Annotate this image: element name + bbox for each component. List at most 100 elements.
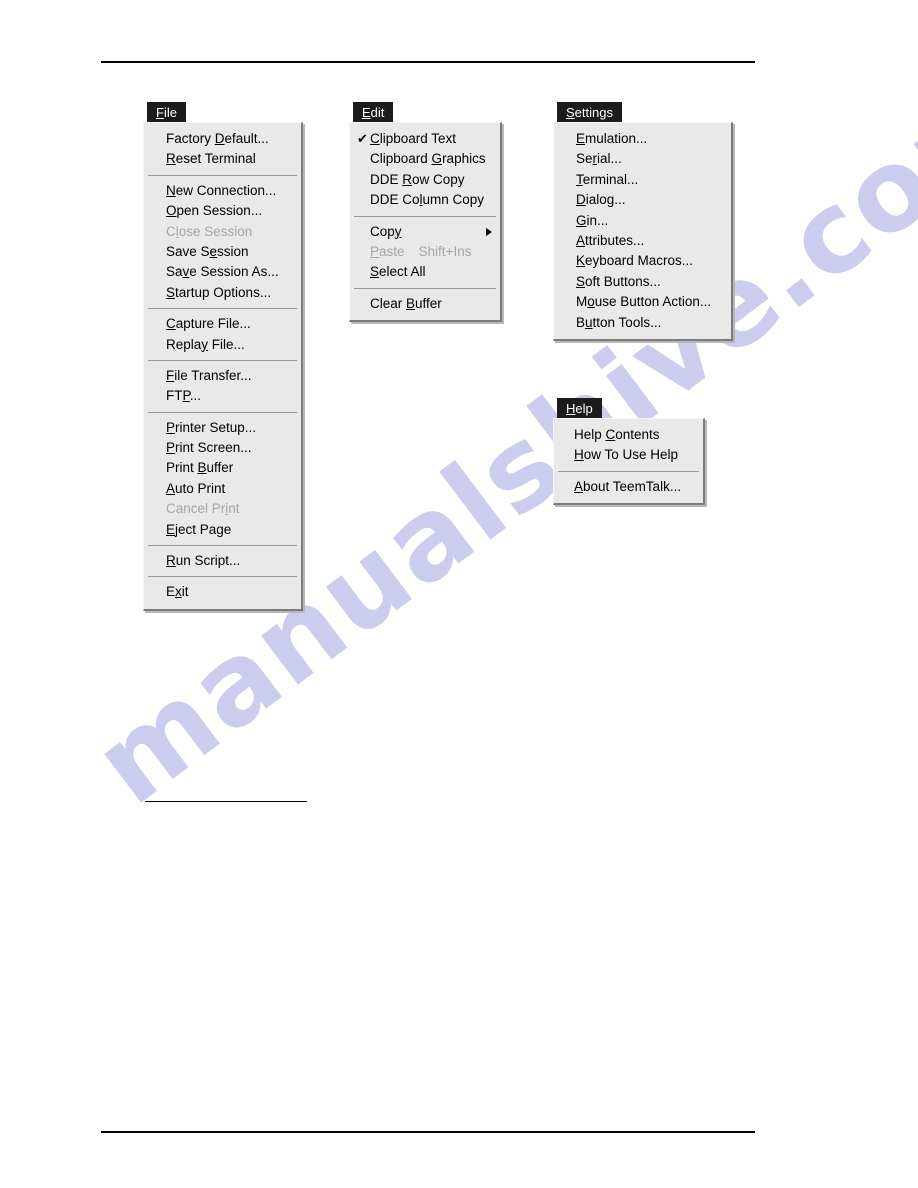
menu-item-label: Capture File... [166,316,251,332]
menu-item-label: Select All [370,264,426,280]
menu-item-label: Soft Buttons... [576,273,661,289]
menu-item-label: Clipboard Graphics [370,151,486,167]
menu-item-label: DDE Row Copy [370,171,465,187]
menu-item-label: Factory Default... [166,131,269,146]
menu-item[interactable]: Save Session As... [144,262,301,282]
menu-separator [558,470,699,472]
menu-item[interactable]: Startup Options... [144,283,301,303]
menu-item-label: Keyboard Macros... [576,253,694,269]
menu-item[interactable]: Terminal... [554,170,731,190]
menu-item[interactable]: Mouse Button Action... [554,292,731,312]
menu-item[interactable]: How To Use Help [554,445,703,465]
menu-item[interactable]: Eject Page [144,520,301,540]
menu-item-label: Close Session [166,223,253,239]
menu-item[interactable]: DDE Row Copy [350,170,500,190]
menu-item-label: Print Buffer [166,460,234,476]
menu-item-label: Printer Setup... [166,419,257,435]
menu-item-label: Dialog... [576,192,626,208]
menu-item[interactable]: Open Session... [144,201,301,221]
menu-item-label: FTP... [166,388,202,404]
menu-item[interactable]: Clipboard Graphics [350,149,500,169]
menu-item-label: Button Tools... [576,314,662,330]
menu-item-label: Serial... [576,151,622,167]
menu-item-label: Paste [370,243,405,259]
menu-item[interactable]: Emulation... [554,129,731,149]
menu-item[interactable]: Soft Buttons... [554,272,731,292]
menu-item[interactable]: Capture File... [144,314,301,334]
menu-item-label: Clear Buffer [370,295,442,311]
menu-separator [148,576,297,578]
page-divider-rule [145,801,307,802]
menu-item-label: Auto Print [166,480,226,496]
menu-item-label: Reset Terminal [166,151,256,167]
menu-item-label: New Connection... [166,182,277,198]
menu-item[interactable]: Save Session [144,242,301,262]
menu-item[interactable]: DDE Column Copy [350,190,500,210]
menu-item[interactable]: Serial... [554,149,731,169]
menu-item-label: Help Contents [574,427,660,442]
menu-item[interactable]: Keyboard Macros... [554,251,731,271]
menu-item[interactable]: FTP... [144,386,301,406]
menu-separator [148,308,297,310]
menu-item: Cancel Print [144,499,301,519]
menu-item[interactable]: Factory Default... [144,129,301,149]
menu-item[interactable]: Printer Setup... [144,418,301,438]
menu-item-label: Terminal... [576,171,639,187]
menu-panel-settings: Emulation... Serial... Terminal... Dialog..… [553,122,733,341]
menu-item[interactable]: Clear Buffer [350,294,500,314]
menu-item-label: File Transfer... [166,367,252,383]
menu-item[interactable]: ✔ Clipboard Text [350,129,500,149]
submenu-arrow-icon [486,227,492,236]
menu-item-label: Startup Options... [166,284,272,300]
menu-separator [148,174,297,176]
menu-item[interactable]: Exit [144,582,301,602]
menu-title-file[interactable]: File [147,102,186,124]
menu-item[interactable]: Gin... [554,211,731,231]
menu-item[interactable]: Select All [350,262,500,282]
menu-separator [148,411,297,413]
menu-item[interactable]: Print Screen... [144,438,301,458]
menu-item-label: DDE Column Copy [370,192,485,208]
menu-item-label: Open Session... [166,203,263,219]
menu-item[interactable]: New Connection... [144,181,301,201]
menu-separator [354,215,496,217]
menu-item-label: Mouse Button Action... [576,294,712,310]
menu-item[interactable]: About TeemTalk... [554,477,703,497]
menu-item-label: Clipboard Text [370,131,457,146]
menu-title-help[interactable]: Help [557,398,602,420]
menu-item[interactable]: Button Tools... [554,313,731,333]
menu-title-label: Settings [566,105,613,120]
menu-item: Paste Shift+Ins [350,242,500,262]
menu-panel-file: Factory Default... Reset Terminal New Conn… [143,122,303,611]
menu-item-label: Save Session As... [166,264,279,280]
menu-item[interactable]: File Transfer... [144,366,301,386]
menu-item[interactable]: Copy [350,222,500,242]
menu-item[interactable]: Run Script... [144,551,301,571]
menu-item-label: Eject Page [166,521,232,537]
page-footer-rule [101,1131,755,1133]
menu-item-label: Print Screen... [166,440,252,456]
menu-item-label: Attributes... [576,232,645,248]
menu-title-edit[interactable]: Edit [353,102,394,124]
menu-panel-help: Help Contents How To Use Help About TeemTa… [553,418,705,506]
menu-item[interactable]: Dialog... [554,190,731,210]
menu-title-settings[interactable]: Settings [557,102,622,124]
menu-item-label: About TeemTalk... [574,478,682,494]
menu-item-label: Cancel Print [166,501,240,517]
menu-title-label: File [156,105,177,120]
menu-item: Close Session [144,222,301,242]
menu-item-shortcut: Shift+Ins [418,243,472,259]
menu-item[interactable]: Print Buffer [144,458,301,478]
menu-item[interactable]: Reset Terminal [144,149,301,169]
menu-item-label: Emulation... [576,131,648,146]
menu-item-label: Run Script... [166,553,241,569]
menu-item-label: Save Session [166,243,249,259]
checkmark-icon: ✔ [357,131,368,146]
menu-item[interactable]: Help Contents [554,425,703,445]
menu-item-label: Exit [166,584,189,600]
menu-item[interactable]: Auto Print [144,479,301,499]
menu-item[interactable]: Replay File... [144,335,301,355]
page-header-rule [101,61,755,63]
menu-item[interactable]: Attributes... [554,231,731,251]
menu-title-label: Edit [362,105,385,120]
